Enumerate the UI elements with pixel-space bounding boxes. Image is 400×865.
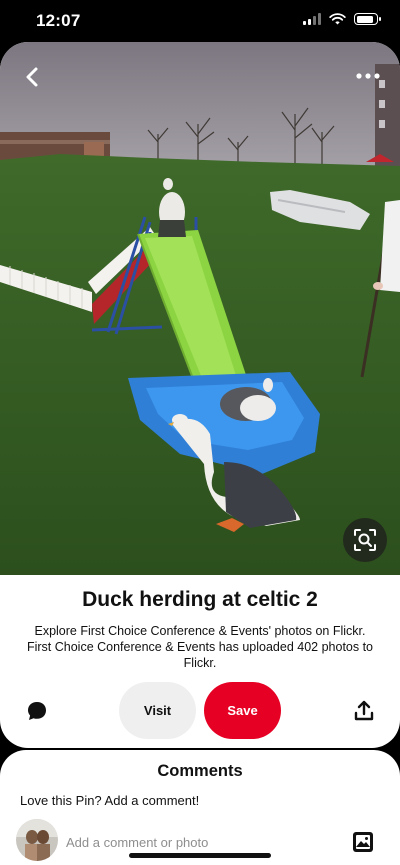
comments-prompt: Love this Pin? Add a comment! [20, 793, 200, 808]
battery-level [356, 15, 373, 23]
share-icon [354, 700, 374, 721]
more-options-button[interactable] [354, 66, 382, 86]
visual-search-icon [354, 529, 376, 551]
comment-bubble-icon [28, 702, 46, 720]
pin-image[interactable] [0, 42, 400, 575]
comment-button[interactable] [24, 698, 50, 724]
more-dots-icon [356, 73, 380, 79]
avatar [16, 819, 58, 861]
visit-button[interactable]: Visit [119, 682, 196, 739]
status-icons [303, 13, 381, 25]
pin-description: Explore First Choice Conference & Events… [26, 624, 374, 670]
back-button[interactable] [18, 62, 48, 92]
save-button[interactable]: Save [204, 682, 281, 739]
share-button[interactable] [351, 698, 377, 724]
battery-icon [354, 13, 381, 25]
comments-sheet: Comments Love this Pin? Add a comment! [0, 750, 400, 865]
back-arrow-icon [26, 67, 38, 87]
wifi-icon [329, 13, 346, 25]
status-bar: 12:07 [0, 0, 400, 42]
comment-input[interactable] [66, 832, 326, 852]
signal-icon [303, 13, 321, 25]
home-indicator [129, 853, 271, 858]
status-time: 12:07 [36, 11, 81, 30]
comments-heading: Comments [157, 762, 243, 780]
visual-search-button[interactable] [343, 518, 387, 562]
pin-title: Duck herding at celtic 2 [82, 588, 318, 611]
photo-icon [353, 832, 373, 852]
pin-card: Duck herding at celtic 2 Explore First C… [0, 42, 400, 748]
add-photo-button[interactable] [352, 831, 374, 853]
